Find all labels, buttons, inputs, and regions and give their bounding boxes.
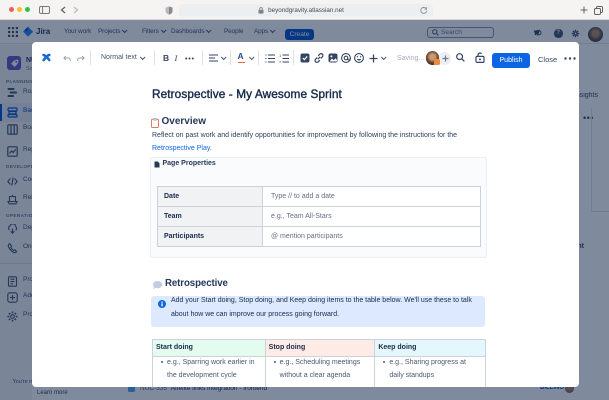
svg-text:1: 1 xyxy=(279,54,282,58)
svg-text:2: 2 xyxy=(279,60,282,64)
